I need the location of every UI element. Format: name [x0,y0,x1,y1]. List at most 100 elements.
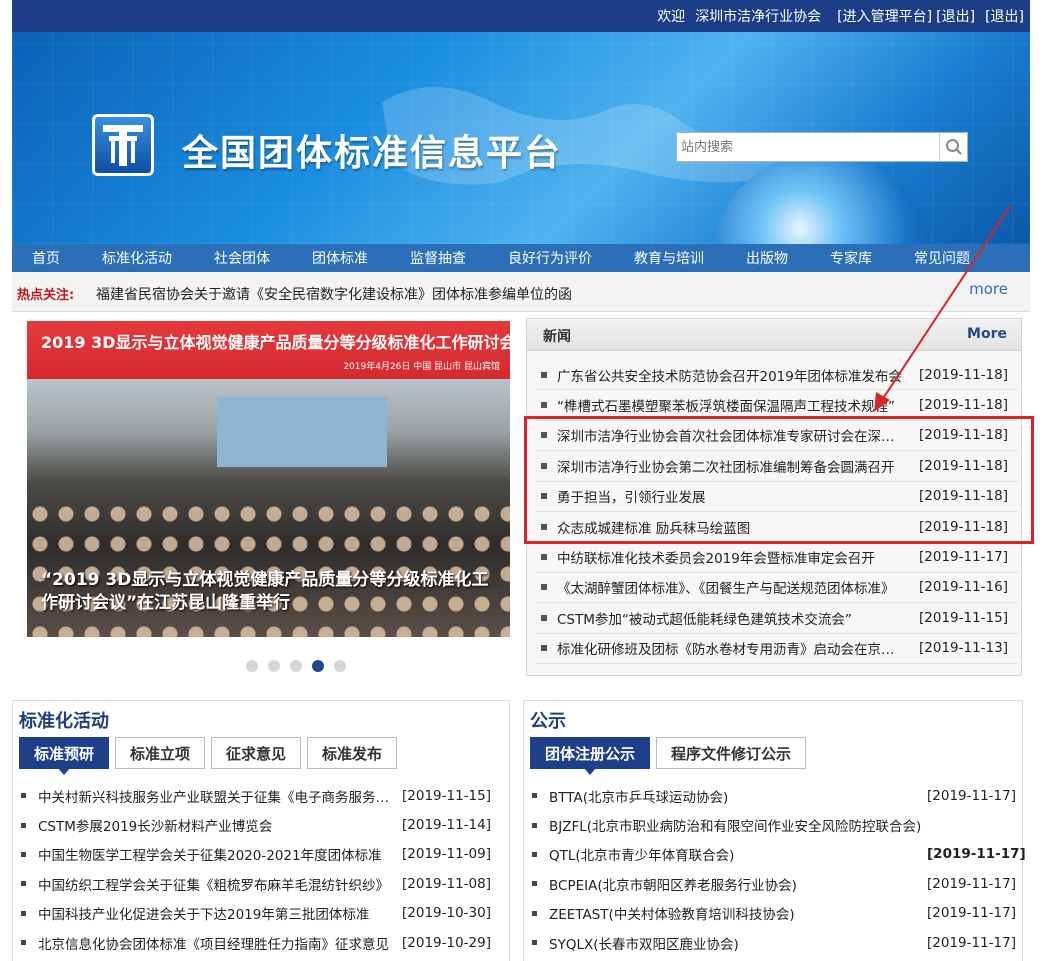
list-item[interactable]: 中国科技产业化促进会关于下达2019年第三批团体标准 [2019-10-30] [21,899,491,928]
nav-item-organizations[interactable]: 社会团体 [214,248,270,268]
slide-dot[interactable] [334,660,346,672]
list-item[interactable]: QTL(北京市青少年体育联合会) [2019-11-17] [532,840,1026,869]
bullet-icon [532,851,537,857]
nav-item-activities[interactable]: 标准化活动 [102,248,172,268]
news-item-title[interactable]: 众志成城建标准 励兵秣马绘蓝图 [557,517,907,537]
list-item-title[interactable]: ZEETAST(中关村体验教育培训科技协会) [549,903,913,923]
list-item[interactable]: CSTM参展2019长沙新材料产业博览会 [2019-11-14] [21,810,491,839]
welcome-text: 欢迎 [657,9,686,25]
tab-procedure-revision[interactable]: 程序文件修订公示 [656,737,807,769]
tab-project[interactable]: 标准立项 [115,737,206,769]
news-item-title[interactable]: 深圳市洁净行业协会第二次社团标准编制筹备会圆满召开 [557,456,907,476]
logout-link-2[interactable]: [退出] [985,6,1024,26]
news-item-title[interactable]: 中纺联标准化技术委员会2019年会暨标准审定会召开 [557,547,907,567]
top-bar: 欢迎 深圳市洁净行业协会 [进入管理平台] [退出] [退出] [12,0,1030,32]
site-title: 全国团体标准信息平台 [182,133,563,174]
news-item-date: [2019-11-18] [919,457,1008,474]
list-item-date: [2019-11-17] [927,934,1016,951]
tab-comments[interactable]: 征求意见 [211,737,302,769]
list-item[interactable]: 中关村新兴科技服务业产业联盟关于征集《电子商务服务规范》 [2019-11-15] [21,781,491,810]
tab-registration-notice[interactable]: 团体注册公示 [530,737,651,775]
notices-title: 公示 [530,711,566,732]
admin-link[interactable]: [进入管理平台] [837,6,932,26]
bullet-icon [21,940,26,946]
news-item-title[interactable]: 深圳市洁净行业协会首次社会团体标准专家研讨会在深召开 [557,425,907,445]
tab-pre-research[interactable]: 标准预研 [19,737,110,775]
hot-topics-link[interactable]: 福建省民宿协会关于邀请《安全民宿数字化建设标准》团体标准参编单位的函 [96,284,572,304]
nav-item-home[interactable]: 首页 [32,248,60,268]
list-item-date: [2019-11-17] [927,875,1016,892]
list-item-title[interactable]: 中关村新兴科技服务业产业联盟关于征集《电子商务服务规范》 [38,786,390,806]
bullet-icon [21,881,26,887]
list-item-date: [2019-11-17] [927,846,1026,863]
activities-tabs: 标准预研 标准立项 征求意见 标准发布 [19,737,398,775]
bullet-icon [532,910,537,916]
news-item-title[interactable]: CSTM参加“被动式超低能耗绿色建筑技术交流会” [557,608,907,628]
news-item-date: [2019-11-18] [919,427,1008,444]
news-item-title[interactable]: 标准化研修班及团标《防水卷材专用沥青》启动会在京召开 [557,638,907,658]
list-item[interactable]: BTTA(北京市乒乓球运动协会) [2019-11-17] [532,781,1026,810]
list-item-title[interactable]: 中国生物医学工程学会关于征集2020-2021年度团体标准 [38,844,390,864]
news-item[interactable]: 标准化研修班及团标《防水卷材专用沥青》启动会在京召开 [2019-11-13] [537,634,1017,664]
slide-dot[interactable] [246,660,258,672]
list-item-title[interactable]: BCPEIA(北京市朝阳区养老服务行业协会) [549,874,913,894]
slide-dot[interactable] [290,660,302,672]
list-item-title[interactable]: 中国纺织工程学会关于征集《粗梳罗布麻羊毛混纺针织纱》 [38,874,390,894]
site-logo-icon[interactable] [92,114,154,176]
search-button[interactable] [939,133,967,161]
news-item-date: [2019-11-17] [919,549,1008,566]
activities-title: 标准化活动 [19,711,109,732]
slide-dot[interactable] [268,660,280,672]
activities-list: 中关村新兴科技服务业产业联盟关于征集《电子商务服务规范》 [2019-11-15]… [21,781,491,957]
nav-item-standards[interactable]: 团体标准 [312,248,368,268]
news-item-title[interactable]: “榫槽式石墨模塑聚苯板浮筑楼面保温隔声工程技术规程” [557,395,907,415]
list-item-date: [2019-11-09] [402,846,491,863]
bullet-icon [541,432,547,439]
list-item[interactable]: 北京信息化协会团体标准《项目经理胜任力指南》征求意见 [2019-10-29] [21,928,491,957]
list-item[interactable]: BJZFL(北京市职业病防治和有限空间作业安全风险防控联合会) [532,810,1026,839]
tab-release[interactable]: 标准发布 [307,737,398,769]
list-item[interactable]: BCPEIA(北京市朝阳区养老服务行业协会) [2019-11-17] [532,869,1026,898]
org-name: 深圳市洁净行业协会 [695,9,822,25]
news-slideshow[interactable]: 2019 3D显示与立体视觉健康产品质量分等分级标准化工作研讨会议 2019年4… [27,321,510,637]
news-item[interactable]: 中纺联标准化技术委员会2019年会暨标准审定会召开 [2019-11-17] [537,542,1017,573]
site-search [676,132,968,162]
list-item[interactable]: SYQLX(长春市双阳区鹿业协会) [2019-11-17] [532,928,1026,957]
list-item-title[interactable]: BJZFL(北京市职业病防治和有限空间作业安全风险防控联合会) [549,815,1009,835]
bullet-icon [541,614,547,621]
nav-item-evaluation[interactable]: 良好行为评价 [508,248,592,268]
notices-panel: 公示 团体注册公示 程序文件修订公示 BTTA(北京市乒乓球运动协会) [2019… [523,700,1026,961]
news-item-title[interactable]: 勇于担当，引领行业发展 [557,486,907,506]
list-item-date: [2019-11-17] [927,905,1016,922]
list-item-title[interactable]: SYQLX(长春市双阳区鹿业协会) [549,933,913,953]
news-item[interactable]: 深圳市洁净行业协会首次社会团体标准专家研讨会在深召开 [2019-11-18] [537,421,1017,452]
search-input[interactable] [677,133,939,161]
nav-item-training[interactable]: 教育与培训 [634,248,704,268]
bullet-icon [532,881,537,887]
news-item[interactable]: 众志成城建标准 励兵秣马绘蓝图 [2019-11-18] [537,512,1017,543]
nav-item-publications[interactable]: 出版物 [746,248,788,268]
list-item-title[interactable]: 中国科技产业化促进会关于下达2019年第三批团体标准 [38,903,390,923]
search-icon [945,139,962,155]
news-item[interactable]: 《太湖醉蟹团体标准》、《团餐生产与配送规范团体标准》 [2019-11-16] [537,573,1017,604]
bullet-icon [541,554,547,561]
news-item-title[interactable]: 《太湖醉蟹团体标准》、《团餐生产与配送规范团体标准》 [557,577,907,597]
list-item-title[interactable]: BTTA(北京市乒乓球运动协会) [549,786,913,806]
news-item-date: [2019-11-13] [919,640,1008,657]
slide-caption[interactable]: “2019 3D显示与立体视觉健康产品质量分等分级标准化工作研讨会议”在江苏昆山… [41,569,501,615]
news-item-title[interactable]: 广东省公共安全技术防范协会召开2019年团体标准发布会 [557,365,907,385]
slide-dot-active[interactable] [312,660,324,672]
logout-link[interactable]: [退出] [936,6,975,26]
news-panel-title: 新闻 [543,329,571,345]
news-item[interactable]: 深圳市洁净行业协会第二次社团标准编制筹备会圆满召开 [2019-11-18] [537,451,1017,482]
list-item[interactable]: ZEETAST(中关村体验教育培训科技协会) [2019-11-17] [532,899,1026,928]
list-item-title[interactable]: 北京信息化协会团体标准《项目经理胜任力指南》征求意见 [38,933,390,953]
list-item[interactable]: 中国生物医学工程学会关于征集2020-2021年度团体标准 [2019-11-09… [21,840,491,869]
list-item[interactable]: 中国纺织工程学会关于征集《粗梳罗布麻羊毛混纺针织纱》 [2019-11-08] [21,869,491,898]
bullet-icon [541,645,547,652]
nav-item-inspection[interactable]: 监督抽查 [410,248,466,268]
list-item-title[interactable]: CSTM参展2019长沙新材料产业博览会 [38,815,390,835]
list-item-title[interactable]: QTL(北京市青少年体育联合会) [549,844,913,864]
news-item[interactable]: CSTM参加“被动式超低能耗绿色建筑技术交流会” [2019-11-15] [537,603,1017,634]
news-item[interactable]: 勇于担当，引领行业发展 [2019-11-18] [537,482,1017,512]
